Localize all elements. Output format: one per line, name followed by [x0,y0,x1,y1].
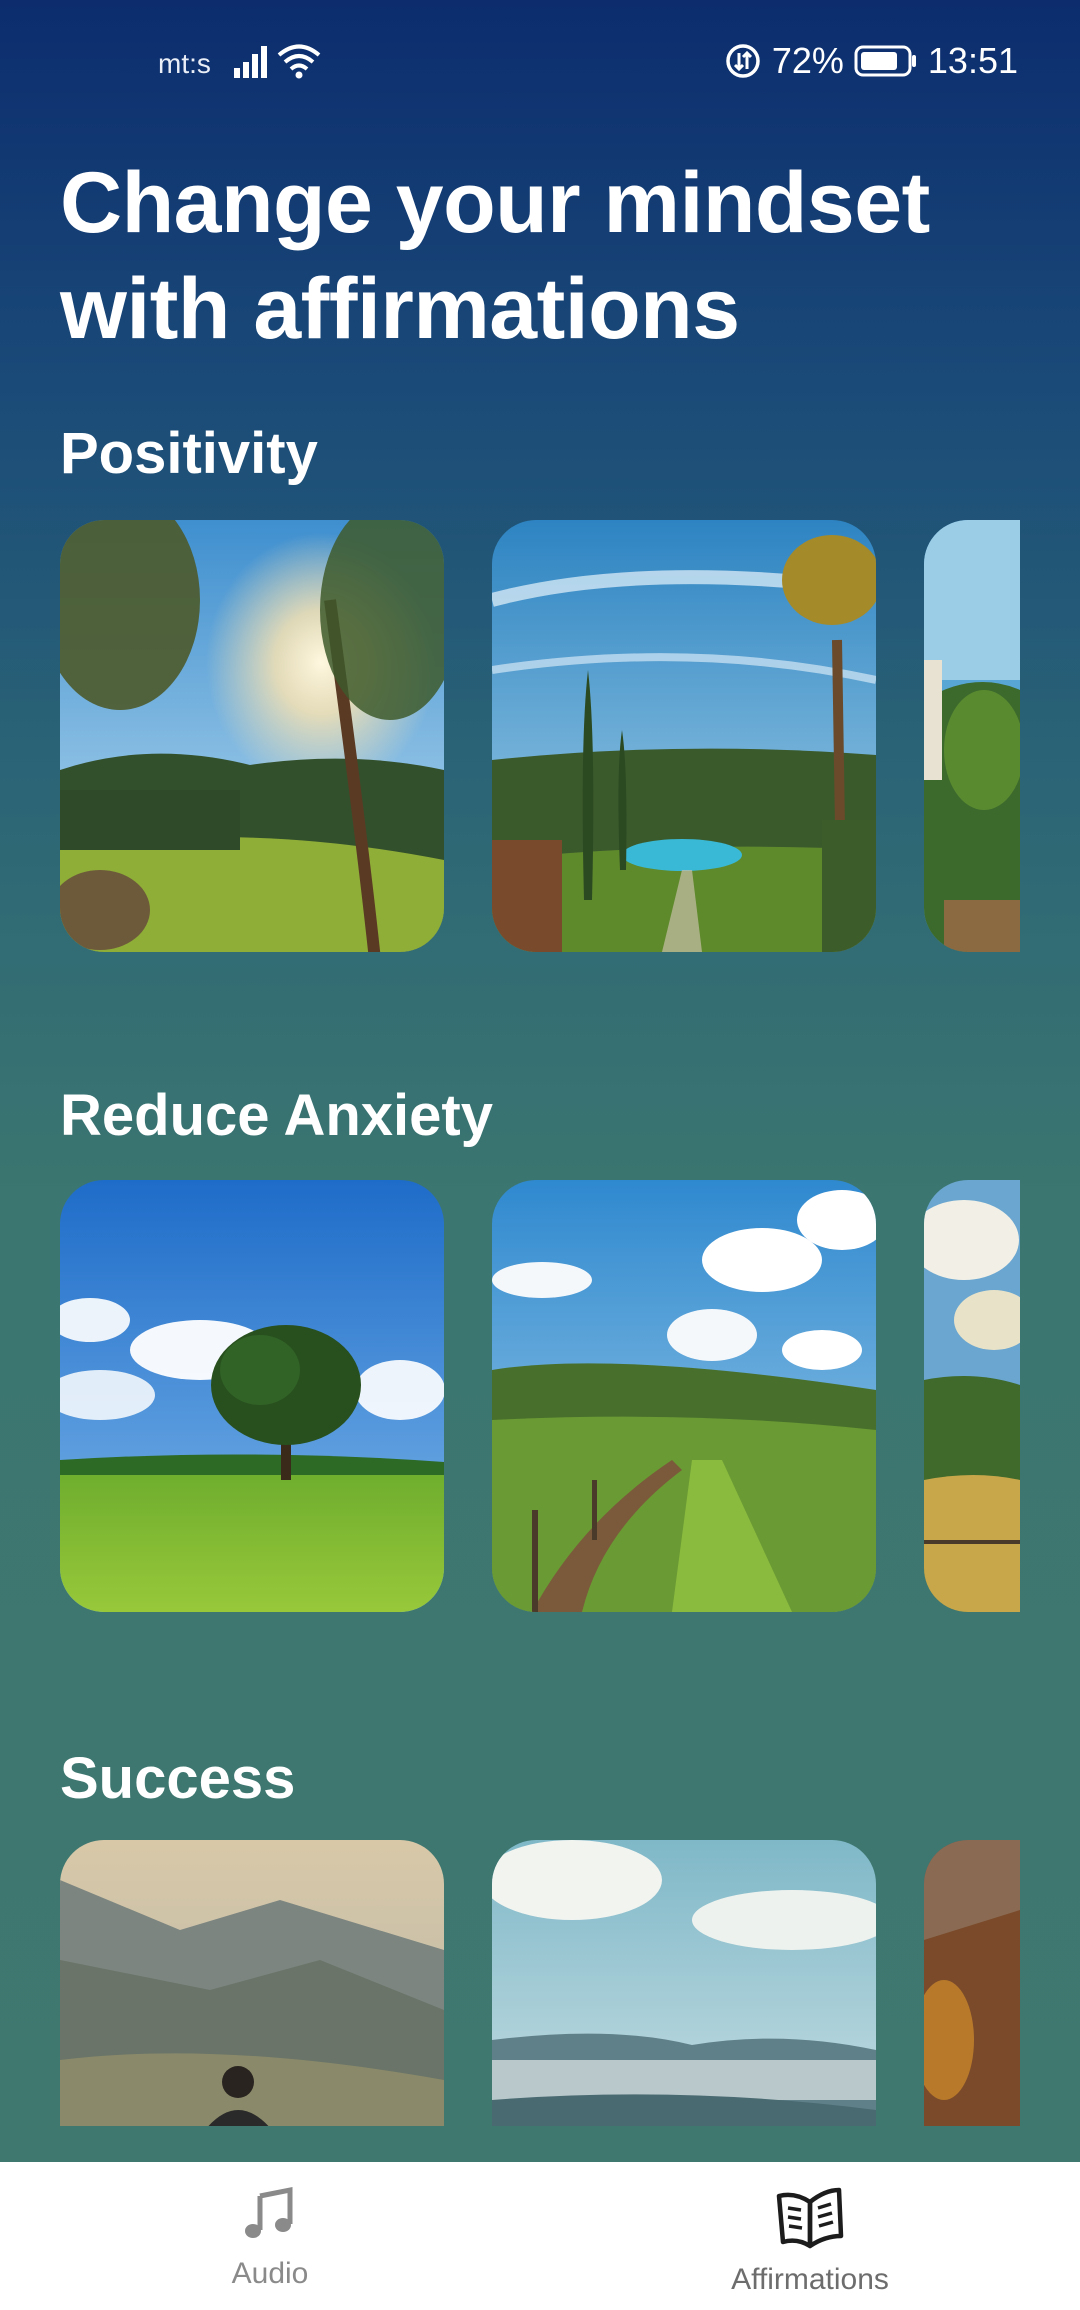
positivity-card-peek[interactable] [924,520,1020,952]
mountain-view-image [60,1840,444,2126]
music-note-icon [245,2186,293,2238]
signal-icon [234,46,267,78]
reduce-anxiety-card[interactable] [492,1180,876,1612]
nav-tab-audio[interactable]: Audio [120,2184,420,2291]
positivity-card[interactable] [60,520,444,952]
hillside-meadow-image [924,1180,1020,1612]
positivity-carousel[interactable] [60,520,1020,952]
sunlit-garden-image [60,520,444,952]
pool-garden-image [492,520,876,952]
positivity-card[interactable] [492,520,876,952]
reduce-anxiety-card[interactable] [60,1180,444,1612]
bottom-navigation: Audio Affirmations [0,2162,1080,2310]
section-title-positivity: Positivity [60,421,318,486]
open-book-icon [776,2187,844,2249]
section-title-reduce-anxiety: Reduce Anxiety [60,1083,493,1148]
section-title-success: Success [60,1746,296,1811]
page-title: Change your mindset with affirmations [60,155,930,357]
success-card[interactable] [60,1840,444,2126]
reduce-anxiety-carousel[interactable] [60,1180,1020,1612]
nav-label-audio: Audio [231,2257,309,2290]
battery-percent: 72% [771,40,844,81]
status-bar: mt:s 72% 13:51 [0,0,1080,120]
tropical-garden-image [924,520,1020,952]
autumn-forest-image [924,1840,1020,2126]
nav-label-affirmations: Affirmations [731,2263,889,2296]
countryside-fence-image [492,1180,876,1612]
misty-valley-image [492,1840,876,2126]
lone-tree-meadow-image [60,1180,444,1612]
reduce-anxiety-card-peek[interactable] [924,1180,1020,1612]
wifi-icon [277,44,321,79]
carrier-label: mt:s [158,48,211,79]
success-card[interactable] [492,1840,876,2126]
success-carousel[interactable] [60,1840,1020,2126]
status-right: 72% 13:51 [724,40,1018,82]
data-sync-icon [726,44,760,78]
nav-tab-affirmations[interactable]: Affirmations [660,2184,960,2297]
clock: 13:51 [927,40,1018,81]
success-card-peek[interactable] [924,1840,1020,2126]
battery-icon [854,45,916,77]
